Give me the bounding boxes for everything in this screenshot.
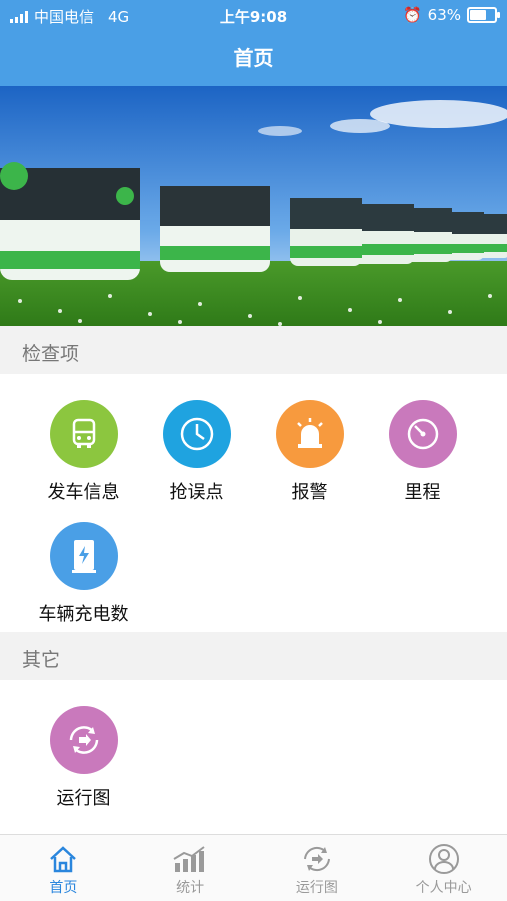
grid-item-label: 车辆充电数 bbox=[38, 604, 129, 625]
tab-home[interactable]: 首页 bbox=[0, 835, 127, 901]
status-bar: 中国电信 4G 上午9:08 ⏰ 63% bbox=[0, 0, 507, 30]
grid-item-route-chart[interactable]: 运行图 bbox=[27, 706, 140, 810]
page-title: 首页 bbox=[233, 46, 274, 70]
tab-route[interactable]: 运行图 bbox=[254, 835, 381, 901]
checks-grid: 发车信息 抢误点 报警 里程 车辆充电数 bbox=[0, 374, 507, 632]
bus-icon bbox=[49, 400, 118, 468]
battery-percent: 63% bbox=[427, 6, 461, 24]
grid-item-label: 里程 bbox=[404, 482, 441, 503]
grid-item-label: 抢误点 bbox=[169, 482, 224, 503]
grid-item-mileage[interactable]: 里程 bbox=[366, 400, 479, 504]
battery-icon bbox=[467, 7, 500, 23]
section-title: 其它 bbox=[22, 649, 61, 671]
odometer-icon bbox=[388, 400, 457, 468]
grid-item-label: 发车信息 bbox=[47, 482, 120, 503]
clock-icon bbox=[162, 400, 231, 468]
grid-item-label: 运行图 bbox=[56, 788, 111, 809]
time-label: 上午9:08 bbox=[219, 8, 288, 26]
route-icon bbox=[303, 846, 330, 872]
grid-item-departure-info[interactable]: 发车信息 bbox=[27, 400, 140, 504]
tab-profile[interactable]: 个人中心 bbox=[380, 835, 507, 901]
alarm-light-icon bbox=[275, 400, 344, 468]
grid-item-alarm[interactable]: 报警 bbox=[253, 400, 366, 504]
tab-label: 个人中心 bbox=[415, 880, 472, 896]
tab-label: 运行图 bbox=[295, 880, 338, 896]
charging-station-icon bbox=[49, 522, 118, 590]
section-header-others: 其它 bbox=[0, 632, 507, 680]
grid-item-label: 报警 bbox=[291, 482, 328, 503]
route-cycle-icon bbox=[49, 706, 118, 774]
navigation-bar: 首页 bbox=[0, 30, 507, 86]
alarm-clock-icon: ⏰ bbox=[402, 6, 422, 24]
others-grid: 运行图 bbox=[0, 680, 507, 834]
user-icon bbox=[428, 844, 459, 874]
bottom-tab-bar: 首页 统计 运行图 个人中心 bbox=[0, 834, 507, 901]
tab-statistics[interactable]: 统计 bbox=[127, 835, 254, 901]
home-icon bbox=[50, 846, 77, 873]
statistics-icon bbox=[173, 846, 205, 872]
tab-label: 统计 bbox=[176, 880, 205, 896]
grid-item-delay[interactable]: 抢误点 bbox=[140, 400, 253, 504]
section-header-checks: 检查项 bbox=[0, 326, 507, 374]
banner-image bbox=[0, 86, 507, 326]
tab-label: 首页 bbox=[49, 880, 78, 896]
grid-item-vehicle-charging[interactable]: 车辆充电数 bbox=[27, 522, 140, 626]
section-title: 检查项 bbox=[22, 343, 80, 365]
